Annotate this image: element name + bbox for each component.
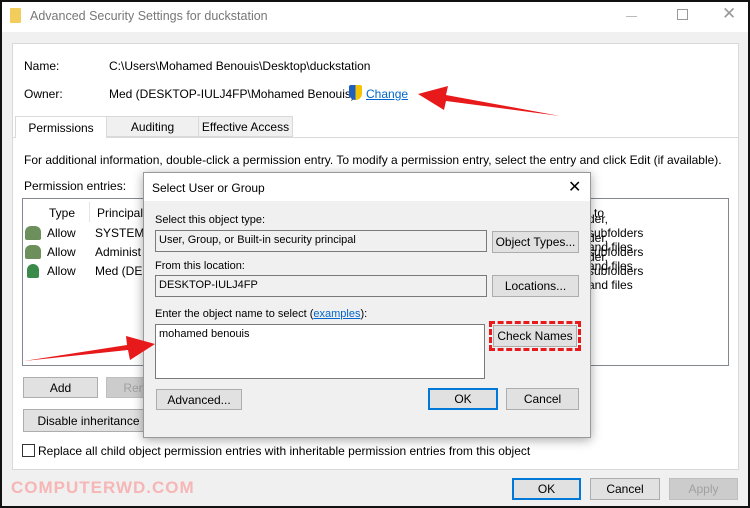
arrow-to-name-input xyxy=(24,336,155,361)
annotation-arrows xyxy=(24,86,560,361)
arrow-to-change-link xyxy=(418,86,560,116)
